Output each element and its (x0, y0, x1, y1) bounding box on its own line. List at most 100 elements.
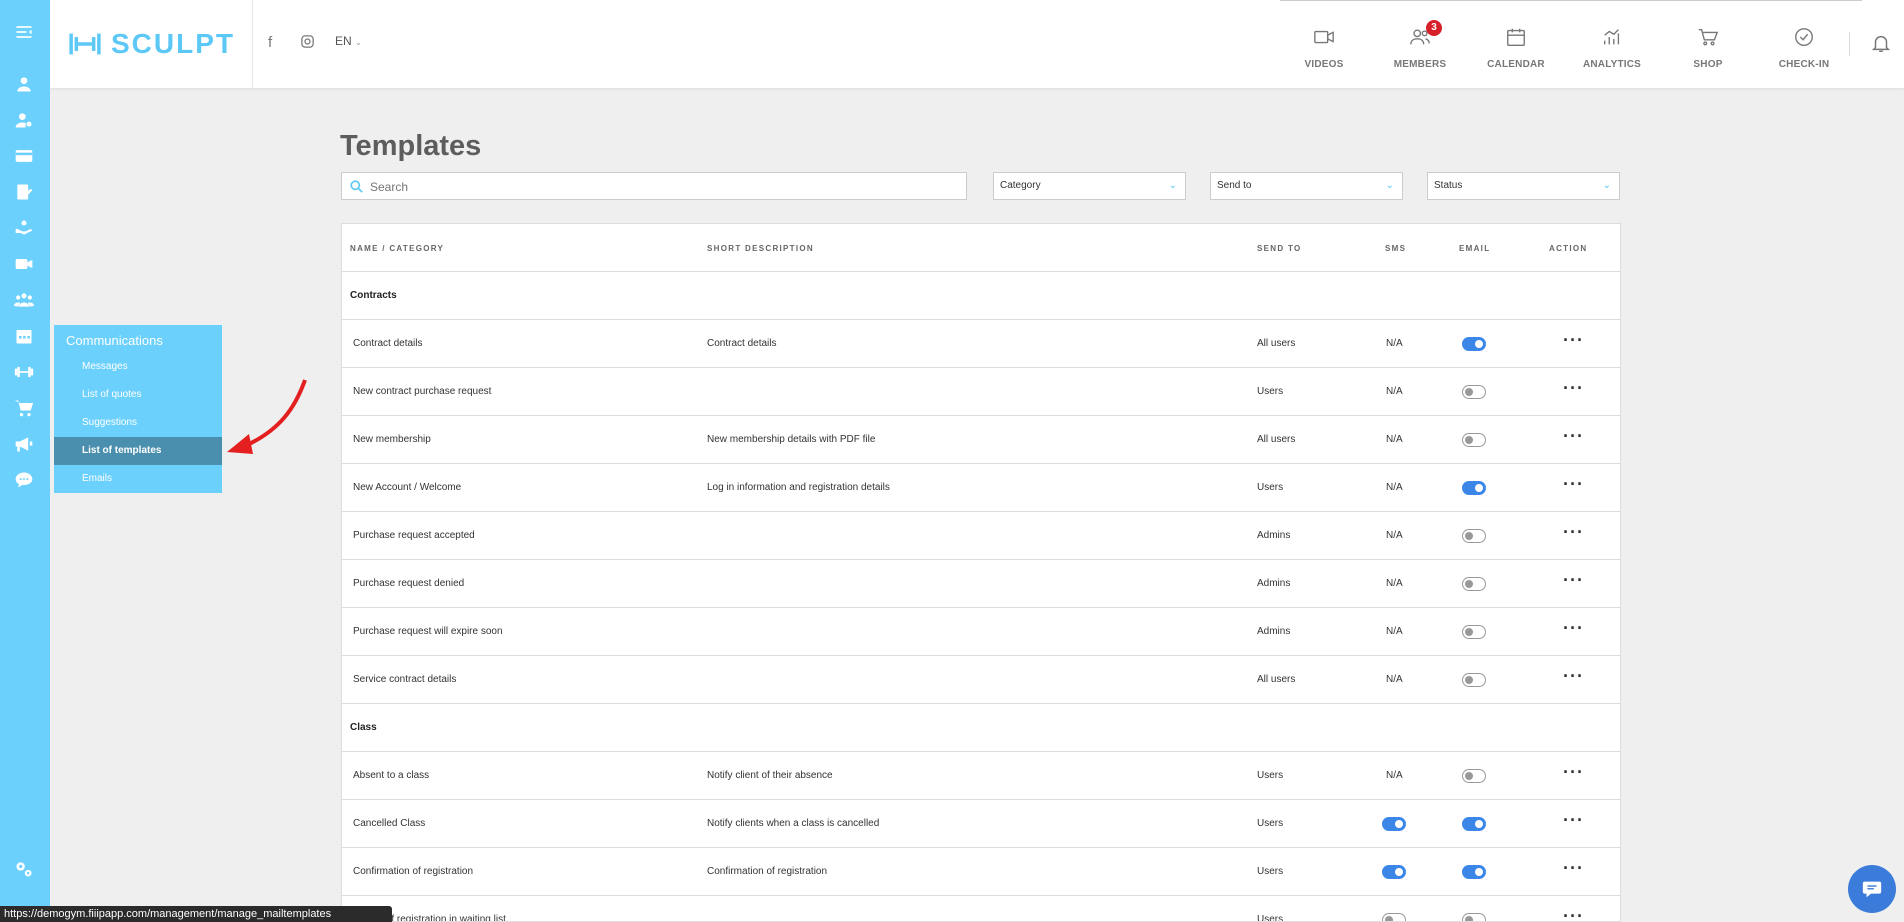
flyout-item-messages[interactable]: Messages (54, 353, 222, 381)
group-title: Contracts (350, 290, 397, 301)
template-send-to: Admins (1257, 530, 1291, 541)
template-name[interactable]: Purchase request denied (353, 560, 464, 608)
cart-rail-icon[interactable] (12, 396, 36, 420)
user-icon[interactable] (12, 72, 36, 96)
nav-shop[interactable]: SHOP (1668, 26, 1748, 70)
table-row[interactable]: Purchase request denied Admins N/A ··· (342, 559, 1620, 608)
credit-card-icon[interactable] (12, 144, 36, 168)
template-name[interactable]: New contract purchase request (353, 368, 491, 416)
email-toggle[interactable] (1462, 529, 1486, 543)
template-name[interactable]: Purchase request accepted (353, 512, 475, 560)
email-toggle[interactable] (1462, 433, 1486, 447)
email-toggle[interactable] (1462, 769, 1486, 783)
nav-label: MEMBERS (1393, 59, 1447, 70)
nav-check-in[interactable]: CHECK-IN (1764, 26, 1844, 70)
email-toggle[interactable] (1462, 913, 1486, 921)
group-icon[interactable] (12, 288, 36, 312)
more-actions-icon[interactable]: ··· (1563, 331, 1585, 353)
template-name[interactable]: New Account / Welcome (353, 464, 461, 512)
template-name[interactable]: New membership (353, 416, 431, 464)
more-actions-icon[interactable]: ··· (1563, 763, 1585, 785)
sms-toggle[interactable] (1382, 865, 1406, 879)
calendar-rail-icon[interactable] (12, 324, 36, 348)
column-header-send-to[interactable]: SEND TO (1257, 244, 1302, 253)
dumbbell-icon[interactable] (12, 360, 36, 384)
send-to-filter[interactable]: Send to ⌄ (1210, 172, 1403, 200)
language-selector[interactable]: EN ⌄ (335, 34, 362, 48)
table-row[interactable]: New membership New membership details wit… (342, 415, 1620, 464)
table-row[interactable]: Purchase request will expire soon Admins N… (342, 607, 1620, 656)
email-toggle[interactable] (1462, 817, 1486, 831)
instagram-icon[interactable] (300, 34, 315, 53)
table-row[interactable]: Service contract details All users N/A ··· (342, 655, 1620, 704)
more-actions-icon[interactable]: ··· (1563, 619, 1585, 641)
sms-toggle[interactable] (1382, 817, 1406, 831)
table-row[interactable]: Absent to a class Notify client of their … (342, 751, 1620, 800)
contract-icon[interactable] (12, 180, 36, 204)
facebook-icon[interactable]: f (268, 34, 272, 51)
table-row[interactable]: New Account / Welcome Log in information … (342, 463, 1620, 512)
email-toggle[interactable] (1462, 385, 1486, 399)
megaphone-icon[interactable] (12, 432, 36, 456)
table-row[interactable]: Confirmation of registration Confirmation… (342, 847, 1620, 896)
column-header-email[interactable]: EMAIL (1459, 244, 1490, 253)
more-actions-icon[interactable]: ··· (1563, 907, 1585, 921)
more-actions-icon[interactable]: ··· (1563, 523, 1585, 545)
video-rail-icon[interactable] (12, 252, 36, 276)
chat-support-button[interactable] (1848, 865, 1896, 913)
more-actions-icon[interactable]: ··· (1563, 379, 1585, 401)
email-toggle[interactable] (1462, 865, 1486, 879)
email-toggle[interactable] (1462, 673, 1486, 687)
flyout-item-list-of-templates[interactable]: List of templates (54, 437, 222, 465)
status-filter[interactable]: Status ⌄ (1427, 172, 1620, 200)
email-toggle[interactable] (1462, 577, 1486, 591)
column-header-sms[interactable]: SMS (1385, 244, 1406, 253)
chat-rail-icon[interactable] (12, 468, 36, 492)
email-toggle[interactable] (1462, 625, 1486, 639)
template-description: Notify client of their absence (707, 770, 833, 781)
nav-calendar[interactable]: CALENDAR (1476, 26, 1556, 70)
template-description: Contract details (707, 338, 777, 349)
table-row[interactable]: ...ation of registration in waiting list… (342, 895, 1620, 921)
template-name[interactable]: Service contract details (353, 656, 456, 704)
table-row[interactable]: Cancelled Class Notify clients when a cla… (342, 799, 1620, 848)
more-actions-icon[interactable]: ··· (1563, 475, 1585, 497)
email-toggle[interactable] (1462, 337, 1486, 351)
template-send-to: Users (1257, 818, 1284, 829)
search-input[interactable] (368, 176, 952, 198)
more-actions-icon[interactable]: ··· (1563, 859, 1585, 881)
menu-collapse-icon[interactable] (12, 20, 36, 44)
column-header-description[interactable]: SHORT DESCRIPTION (707, 244, 814, 253)
nav-members[interactable]: 3 MEMBERS (1380, 20, 1460, 70)
template-name[interactable]: Purchase request will expire soon (353, 608, 503, 656)
flyout-item-emails[interactable]: Emails (54, 465, 222, 493)
more-actions-icon[interactable]: ··· (1563, 427, 1585, 449)
table-row[interactable]: Purchase request accepted Admins N/A ··· (342, 511, 1620, 560)
service-hand-icon[interactable] (12, 216, 36, 240)
table-row[interactable]: Contract details Contract details All user… (342, 319, 1620, 368)
template-name[interactable]: Absent to a class (353, 752, 429, 800)
template-name[interactable]: Contract details (353, 320, 422, 368)
more-actions-icon[interactable]: ··· (1563, 667, 1585, 689)
browser-status-url: https://demogym.fiiipapp.com/management/… (0, 906, 392, 922)
more-actions-icon[interactable]: ··· (1563, 571, 1585, 593)
flyout-item-list-of-quotes[interactable]: List of quotes (54, 381, 222, 409)
column-header-name[interactable]: NAME / CATEGORY (350, 244, 444, 253)
user-settings-icon[interactable] (12, 108, 36, 132)
logo[interactable]: SCULPT (50, 0, 253, 88)
calendar-icon (1507, 28, 1525, 46)
email-toggle[interactable] (1462, 481, 1486, 495)
nav-analytics[interactable]: ANALYTICS (1572, 26, 1652, 70)
template-name[interactable]: Cancelled Class (353, 800, 425, 848)
category-filter[interactable]: Category ⌄ (993, 172, 1186, 200)
nav-videos[interactable]: VIDEOS (1284, 26, 1364, 70)
template-send-to: Admins (1257, 626, 1291, 637)
search-box[interactable] (341, 172, 967, 200)
template-name[interactable]: Confirmation of registration (353, 848, 473, 896)
more-actions-icon[interactable]: ··· (1563, 811, 1585, 833)
table-row[interactable]: New contract purchase request Users N/A ··· (342, 367, 1620, 416)
flyout-item-suggestions[interactable]: Suggestions (54, 409, 222, 437)
settings-gears-icon[interactable] (12, 857, 36, 881)
sms-toggle[interactable] (1382, 913, 1406, 921)
notifications-bell-icon[interactable] (1870, 32, 1892, 59)
